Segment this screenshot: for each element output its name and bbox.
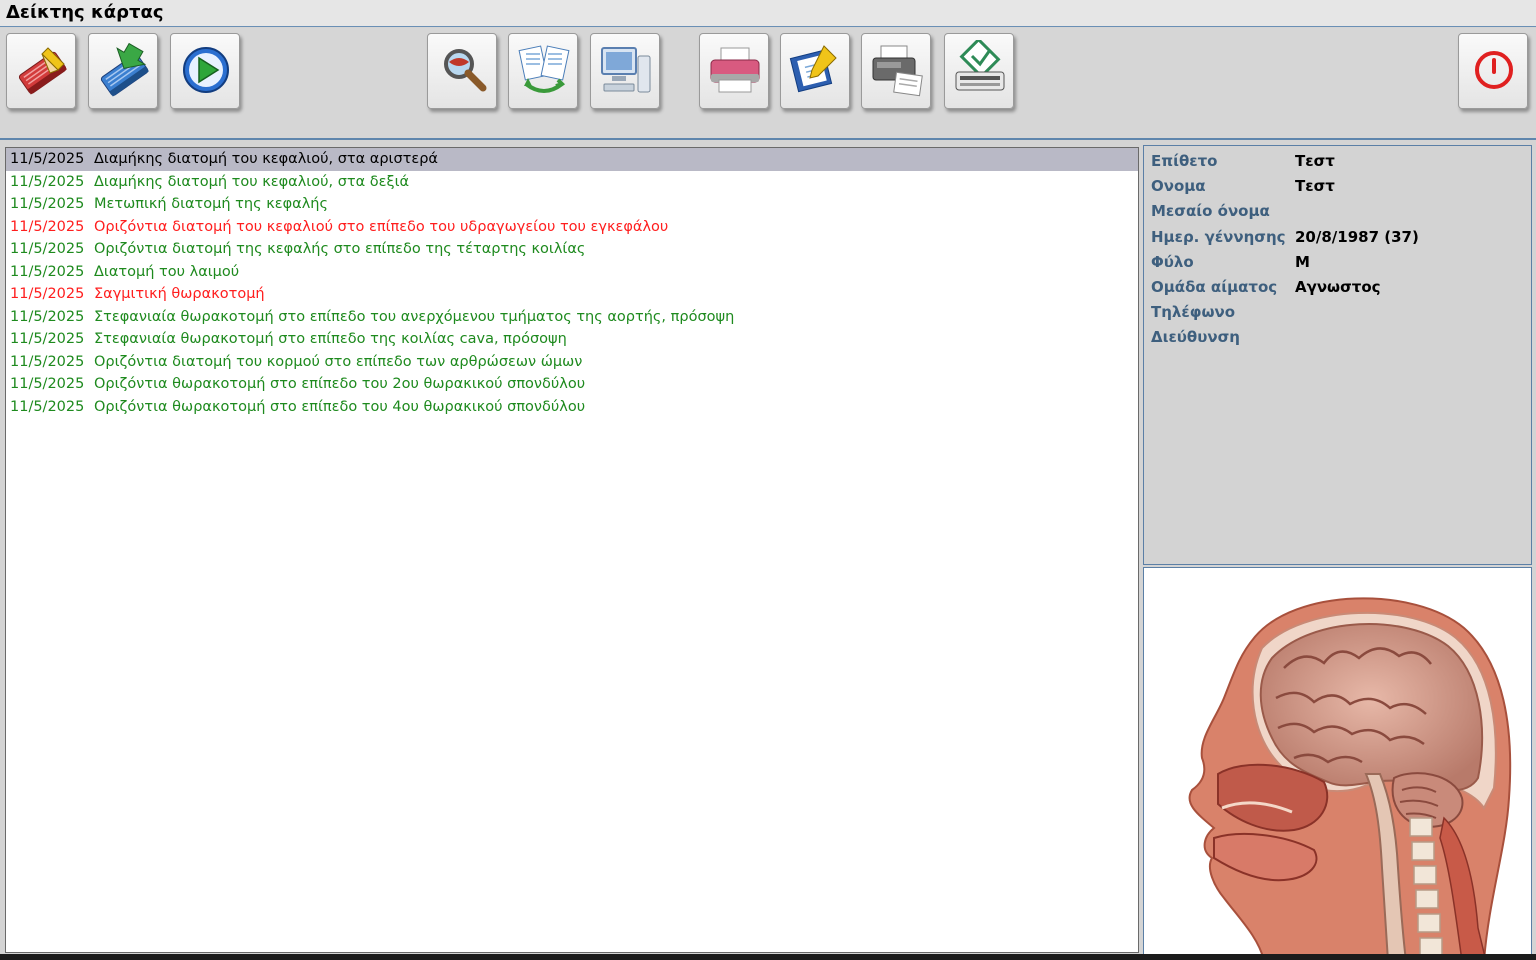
list-item[interactable]: 11/5/2025 Οριζόντια διατομή της κεφαλής σ… — [6, 238, 1138, 261]
list-item[interactable]: 11/5/2025 Διαμήκης διατομή του κεφαλιού, … — [6, 171, 1138, 194]
field-value: Μ — [1295, 253, 1310, 271]
record-date: 11/5/2025 — [10, 308, 85, 325]
field-label: Ημερ. γέννησης — [1151, 228, 1286, 246]
record-date: 11/5/2025 — [10, 173, 85, 190]
record-date: 11/5/2025 — [10, 376, 85, 392]
import-record-button[interactable] — [88, 33, 158, 109]
card-index-window: Δείκτης κάρτας 11/5/2025 Διαμήκης διατομ… — [0, 0, 1536, 960]
list-item[interactable]: 11/5/2025 Οριζόντια διατομή του κεφαλιού … — [6, 216, 1138, 239]
field-label: Επίθετο — [1151, 152, 1218, 170]
field-label: Φύλο — [1151, 253, 1194, 271]
record-date: 11/5/2025 — [10, 218, 85, 235]
power-icon — [1475, 51, 1513, 89]
play-icon — [183, 47, 229, 93]
field-value: Τεστ — [1295, 177, 1335, 195]
field-label: Μεσαίο όνομα — [1151, 202, 1270, 220]
record-title: Οριζόντια διατομή του κεφαλιού στο επίπε… — [94, 218, 669, 235]
record-title: Μετωπική διατομή της κεφαλής — [94, 196, 328, 212]
field-label: Διεύθυνση — [1151, 328, 1240, 346]
head-sagittal-section-image — [1188, 597, 1512, 959]
list-item[interactable]: 11/5/2025 Μετωπική διατομή της κεφαλής — [6, 193, 1138, 216]
record-title: Σαγμιτική θωρακοτομή — [94, 286, 265, 302]
print-button[interactable] — [699, 33, 769, 109]
record-date: 11/5/2025 — [10, 151, 85, 167]
list-item[interactable]: 11/5/2025 Διαμήκης διατομή του κεφαλιού, … — [6, 148, 1138, 171]
record-title: Οριζόντια διατομή της κεφαλής στο επίπεδ… — [94, 241, 586, 257]
field-value: Τεστ — [1295, 152, 1335, 170]
record-title: Στεφανιαία θωρακοτομή στο επίπεδο της κο… — [94, 331, 567, 347]
computer-icon — [601, 47, 651, 93]
field-value: Αγνωστος — [1295, 278, 1381, 296]
record-date: 11/5/2025 — [10, 286, 85, 302]
field-value: 20/8/1987 (37) — [1295, 228, 1419, 246]
record-title: Οριζόντια θωρακοτομή στο επίπεδο του 4ου… — [94, 398, 586, 415]
field-label: Ομάδα αίματος — [1151, 278, 1278, 296]
edit-document-icon — [789, 45, 837, 93]
swap-icon — [518, 45, 570, 93]
fax-button[interactable] — [861, 33, 931, 109]
record-title: Διαμήκης διατομή του κεφαλιού, στα δεξιά — [94, 173, 410, 190]
record-title: Διαμήκης διατομή του κεφαλιού, στα αριστ… — [94, 151, 438, 167]
records-list[interactable]: 11/5/2025 Διαμήκης διατομή του κεφαλιού, … — [5, 147, 1139, 953]
fax-icon — [872, 45, 923, 97]
patient-info-panel: Επίθετο Τεστ Ονομα Τεστ Μεσαίο όνομα Ημερ.… — [1143, 145, 1532, 565]
preview-image-panel — [1143, 567, 1532, 960]
zoom-icon — [444, 49, 487, 92]
list-item[interactable]: 11/5/2025 Διατομή του λαιμού — [6, 261, 1138, 284]
record-title: Στεφανιαία θωρακοτομή στο επίπεδο του αν… — [94, 308, 735, 325]
list-item[interactable]: 11/5/2025 Οριζόντια θωρακοτομή στο επίπεδ… — [6, 396, 1138, 419]
window-title: Δείκτης κάρτας — [6, 2, 164, 23]
bottom-border — [0, 954, 1536, 960]
computer-button[interactable] — [590, 33, 660, 109]
power-button[interactable] — [1458, 33, 1528, 109]
printer-icon — [710, 47, 760, 93]
edit-document-button[interactable] — [780, 33, 850, 109]
import-record-icon — [100, 42, 149, 97]
record-title: Διατομή του λαιμού — [94, 263, 240, 280]
swap-button[interactable] — [508, 33, 578, 109]
list-item[interactable]: 11/5/2025 Οριζόντια θωρακοτομή στο επίπεδ… — [6, 373, 1138, 396]
new-record-button[interactable] — [6, 33, 76, 109]
field-label: Τηλέφωνο — [1151, 303, 1236, 321]
record-date: 11/5/2025 — [10, 398, 85, 415]
list-item[interactable]: 11/5/2025 Σαγμιτική θωρακοτομή — [6, 283, 1138, 306]
scanner-button[interactable] — [944, 33, 1014, 109]
title-bar: Δείκτης κάρτας — [0, 0, 1536, 27]
record-title: Οριζόντια διατομή του κορμού στο επίπεδο… — [94, 353, 583, 370]
list-item[interactable]: 11/5/2025 Στεφανιαία θωρακοτομή στο επίπε… — [6, 306, 1138, 329]
scanner-icon — [955, 40, 1005, 91]
record-title: Οριζόντια θωρακοτομή στο επίπεδο του 2ου… — [94, 376, 586, 392]
new-record-icon — [18, 47, 67, 95]
record-date: 11/5/2025 — [10, 263, 85, 280]
play-button[interactable] — [170, 33, 240, 109]
toolbar — [0, 28, 1536, 140]
field-label: Ονομα — [1151, 177, 1206, 195]
record-date: 11/5/2025 — [10, 353, 85, 370]
list-item[interactable]: 11/5/2025 Στεφανιαία θωρακοτομή στο επίπε… — [6, 328, 1138, 351]
list-item[interactable]: 11/5/2025 Οριζόντια διατομή του κορμού στ… — [6, 351, 1138, 374]
record-date: 11/5/2025 — [10, 196, 85, 212]
record-date: 11/5/2025 — [10, 331, 85, 347]
zoom-button[interactable] — [427, 33, 497, 109]
record-date: 11/5/2025 — [10, 241, 85, 257]
